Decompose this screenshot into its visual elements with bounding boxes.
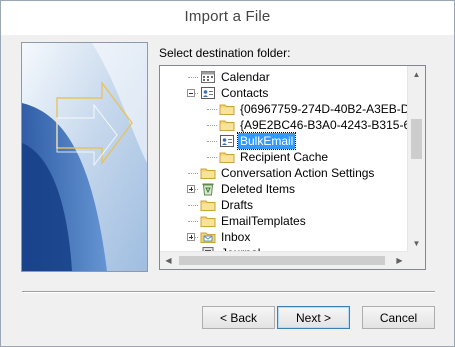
vertical-scrollbar[interactable]: ▲ ▼ (407, 66, 425, 252)
collapse-minus-icon[interactable] (187, 89, 195, 97)
inbox-icon (200, 230, 216, 244)
folder-icon (219, 118, 235, 132)
horizontal-scrollbar[interactable]: ◀ ▶ (160, 251, 408, 269)
tree-item-label: Contacts (221, 86, 269, 100)
tree-item[interactable]: BulkEmail (160, 132, 410, 150)
import-file-dialog: Import a File Select destination folder:… (0, 0, 455, 347)
destination-folder-label: Select destination folder: (159, 46, 291, 60)
back-button[interactable]: < Back (202, 306, 275, 329)
tree-item[interactable]: Drafts (160, 197, 410, 213)
tree-item[interactable]: {A9E2BC46-B3A0-4243-B315-60D (160, 117, 425, 133)
tree-item[interactable]: Calendar (160, 69, 410, 85)
tree-item[interactable]: Contacts (160, 85, 410, 101)
vertical-scroll-thumb[interactable] (411, 119, 422, 159)
wizard-banner-image (21, 42, 148, 272)
folder-icon (200, 166, 216, 180)
tree-connector (207, 157, 217, 158)
tree-item-label: Deleted Items (221, 182, 296, 196)
tree-item-label: BulkEmail (236, 132, 297, 150)
tree-item-label: Recipient Cache (240, 150, 329, 164)
tree-item[interactable]: {06967759-274D-40B2-A3EB-D7F (160, 101, 423, 117)
next-button[interactable]: Next > (277, 306, 350, 329)
contacts-icon (200, 86, 216, 100)
tree-item-label: EmailTemplates (221, 214, 306, 228)
folder-icon (219, 102, 235, 116)
tree-connector (188, 205, 198, 206)
tree-connector (188, 77, 198, 78)
tree-connector (207, 109, 217, 110)
divider (22, 291, 435, 293)
folder-icon (200, 214, 216, 228)
tree-item[interactable]: EmailTemplates (160, 213, 410, 229)
expand-plus-icon[interactable] (187, 185, 195, 193)
recycle-bin-icon (200, 182, 216, 196)
cancel-button[interactable]: Cancel (362, 306, 435, 329)
tree-connector (188, 173, 198, 174)
tree-connector (188, 221, 198, 222)
tree-item[interactable]: Inbox (160, 229, 410, 245)
tree-connector (207, 125, 217, 126)
contacts-icon (219, 134, 235, 148)
folder-tree[interactable]: Calendar Contacts {06967759-274D-40B2-A3EB… (159, 65, 426, 270)
tree-item-label: Conversation Action Settings (221, 166, 375, 180)
horizontal-scroll-thumb[interactable] (179, 256, 385, 265)
folder-icon (200, 198, 216, 212)
scroll-right-arrow-icon[interactable]: ▶ (391, 252, 408, 269)
title-bar[interactable]: Import a File (1, 1, 454, 35)
dialog-title: Import a File (184, 8, 271, 25)
tree-item[interactable]: Recipient Cache (160, 149, 410, 165)
tree-item-label: {06967759-274D-40B2-A3EB-D7F (240, 102, 424, 116)
tree-item-label: Inbox (221, 230, 251, 244)
scroll-up-arrow-icon[interactable]: ▲ (408, 66, 425, 83)
tree-item[interactable]: Deleted Items (160, 181, 410, 197)
tree-item-label: Drafts (221, 198, 254, 212)
tree-item-label: Calendar (221, 70, 270, 84)
scroll-corner (408, 252, 425, 269)
folder-icon (219, 150, 235, 164)
expand-plus-icon[interactable] (187, 233, 195, 241)
tree-item-label: {A9E2BC46-B3A0-4243-B315-60D (240, 118, 426, 132)
scroll-left-arrow-icon[interactable]: ◀ (160, 252, 177, 269)
tree-connector (207, 141, 217, 142)
tree-item[interactable]: Conversation Action Settings (160, 165, 410, 181)
scroll-down-arrow-icon[interactable]: ▼ (408, 235, 425, 252)
calendar-icon (200, 70, 216, 84)
